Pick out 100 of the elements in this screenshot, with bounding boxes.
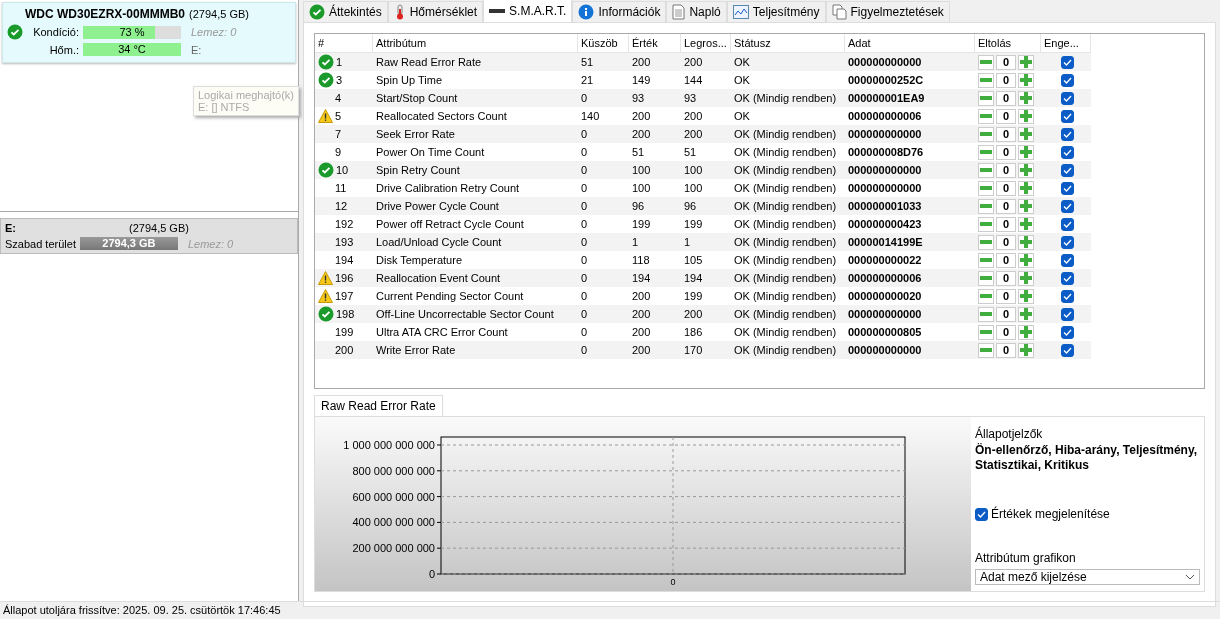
offset-value[interactable]: 0 <box>996 288 1016 304</box>
tab[interactable]: Raw Read Error Rate <box>314 395 443 416</box>
increase-button[interactable] <box>1018 144 1034 160</box>
checkbox[interactable] <box>1061 307 1074 321</box>
increase-button[interactable] <box>1018 270 1034 286</box>
decrease-button[interactable] <box>978 288 994 304</box>
offset-value[interactable]: 0 <box>996 144 1016 160</box>
offset-value[interactable]: 0 <box>996 180 1016 196</box>
checkbox[interactable] <box>1061 109 1074 123</box>
offset-value[interactable]: 0 <box>996 234 1016 250</box>
table-cell: Raw Read Error Rate <box>376 56 482 68</box>
table-cell: 000000000000 <box>848 308 922 320</box>
decrease-button[interactable] <box>978 144 994 160</box>
tab[interactable]: Figyelmeztetések <box>825 1 950 22</box>
decrease-button[interactable] <box>978 180 994 196</box>
tab[interactable]: Teljesítmény <box>726 1 826 22</box>
offset-value[interactable]: 0 <box>996 108 1016 124</box>
table-cell: 200 <box>335 344 354 356</box>
checkbox[interactable] <box>1061 289 1074 303</box>
decrease-button[interactable] <box>978 54 994 70</box>
decrease-button[interactable] <box>978 72 994 88</box>
tab[interactable]: S.M.A.R.T. <box>483 0 573 22</box>
minus-icon <box>980 150 992 154</box>
table-cell: OK (Mindig rendben) <box>734 290 837 302</box>
drive-card[interactable]: WDC WD30EZRX-00MMMB0 (2794,5 GB) Kondíció: 73 % Lemez: 0 Hőm.: 34 °C E: <box>2 2 296 63</box>
increase-button[interactable] <box>1018 108 1034 124</box>
warning-icon <box>318 109 333 123</box>
table-cell: Write Error Rate <box>376 344 456 356</box>
decrease-button[interactable] <box>978 162 994 178</box>
plus-icon <box>1020 290 1032 302</box>
decrease-button[interactable] <box>978 216 994 232</box>
checkbox[interactable] <box>975 507 988 521</box>
increase-button[interactable] <box>1018 180 1034 196</box>
decrease-button[interactable] <box>978 252 994 268</box>
decrease-button[interactable] <box>978 342 994 358</box>
decrease-button[interactable] <box>978 126 994 142</box>
checkbox[interactable] <box>1061 55 1074 69</box>
offset-value[interactable]: 0 <box>996 216 1016 232</box>
checkbox[interactable] <box>1061 325 1074 339</box>
checkbox[interactable] <box>1061 181 1074 195</box>
offset-value[interactable]: 0 <box>996 162 1016 178</box>
check-circle-icon <box>7 24 23 40</box>
checkbox[interactable] <box>1061 91 1074 105</box>
increase-button[interactable] <box>1018 342 1034 358</box>
increase-button[interactable] <box>1018 162 1034 178</box>
free-space-bar: 2794,3 GB <box>79 237 178 250</box>
plus-icon <box>1020 74 1032 86</box>
checkbox[interactable] <box>1061 145 1074 159</box>
table-cell: 000000000006 <box>848 110 922 122</box>
increase-button[interactable] <box>1018 216 1034 232</box>
offset-value[interactable]: 0 <box>996 54 1016 70</box>
offset-value[interactable]: 0 <box>996 198 1016 214</box>
checkbox[interactable] <box>1061 163 1074 177</box>
temperature-bar: 34 °C <box>83 43 181 56</box>
offset-value[interactable]: 0 <box>996 342 1016 358</box>
decrease-button[interactable] <box>978 306 994 322</box>
checkbox[interactable] <box>1061 271 1074 285</box>
offset-value[interactable]: 0 <box>996 126 1016 142</box>
decrease-button[interactable] <box>978 198 994 214</box>
checkbox[interactable] <box>1061 127 1074 141</box>
increase-button[interactable] <box>1018 324 1034 340</box>
volume-letter: E: <box>5 222 17 234</box>
tab[interactable]: Hőmérséklet <box>387 1 484 22</box>
offset-value[interactable]: 0 <box>996 306 1016 322</box>
decrease-button[interactable] <box>978 270 994 286</box>
decrease-button[interactable] <box>978 324 994 340</box>
offset-value[interactable]: 0 <box>996 252 1016 268</box>
disk-label: Lemez: 0 <box>187 237 234 250</box>
checkbox[interactable] <box>1061 199 1074 213</box>
dropdown[interactable]: Adat mező kijelzése <box>975 569 1200 585</box>
decrease-button[interactable] <box>978 108 994 124</box>
checkbox[interactable] <box>1061 253 1074 267</box>
increase-button[interactable] <box>1018 198 1034 214</box>
table-cell: 199 <box>684 290 703 302</box>
info-icon <box>578 4 595 20</box>
checkbox[interactable] <box>1061 73 1074 87</box>
x-marker-label: 0 <box>670 577 676 587</box>
increase-button[interactable] <box>1018 306 1034 322</box>
checkbox[interactable] <box>1061 343 1074 357</box>
increase-button[interactable] <box>1018 288 1034 304</box>
offset-value[interactable]: 0 <box>996 324 1016 340</box>
increase-button[interactable] <box>1018 54 1034 70</box>
increase-button[interactable] <box>1018 72 1034 88</box>
increase-button[interactable] <box>1018 126 1034 142</box>
decrease-button[interactable] <box>978 90 994 106</box>
checkbox[interactable] <box>1061 217 1074 231</box>
increase-button[interactable] <box>1018 90 1034 106</box>
indicators-label: Állapotjelzők <box>975 427 1044 441</box>
checkbox[interactable] <box>1061 235 1074 249</box>
table-cell: 96 <box>684 200 697 212</box>
offset-value[interactable]: 0 <box>996 72 1016 88</box>
increase-button[interactable] <box>1018 234 1034 250</box>
offset-value[interactable]: 0 <box>996 270 1016 286</box>
volume-card[interactable]: E: (2794,5 GB) Szabad terület 2794,3 GB Lemez: 0 <box>0 218 298 254</box>
tab[interactable]: Információk <box>572 1 667 22</box>
decrease-button[interactable] <box>978 234 994 250</box>
tab[interactable]: Napló <box>666 1 727 22</box>
increase-button[interactable] <box>1018 252 1034 268</box>
offset-value[interactable]: 0 <box>996 90 1016 106</box>
tab[interactable]: Áttekintés <box>303 1 388 22</box>
